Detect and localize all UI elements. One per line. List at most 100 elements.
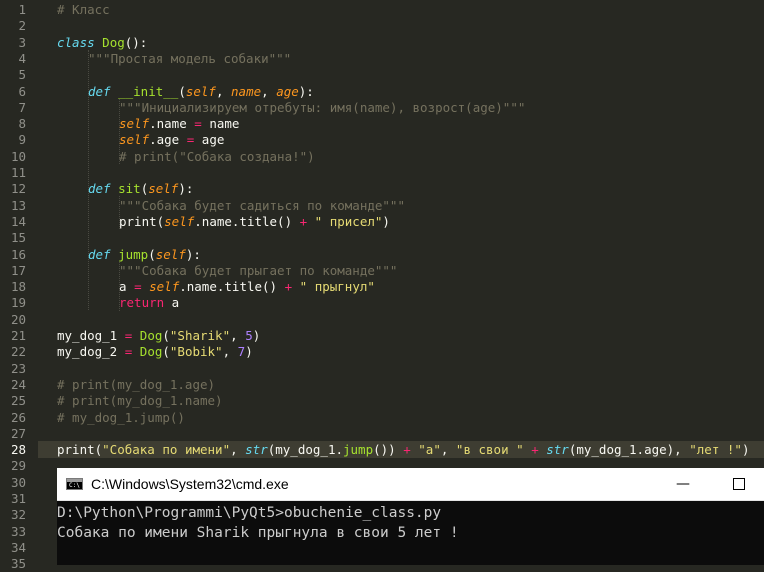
punctuation: ():: [124, 34, 148, 50]
class-call: Dog: [139, 344, 163, 360]
function-name: __init__: [118, 83, 179, 99]
punctuation: (: [162, 328, 170, 343]
console-line: Собака по имени Sharik прыгнула в свои 5…: [57, 525, 459, 541]
string: "Собака по имени": [102, 442, 231, 458]
punctuation: ,: [222, 344, 238, 360]
line-number: 25: [10, 393, 26, 409]
string: "Sharik": [169, 328, 231, 343]
punctuation: ()): [373, 442, 404, 458]
line-number: 15: [10, 230, 26, 246]
self-keyword: self: [119, 116, 150, 132]
builtin-call: print(: [119, 213, 165, 229]
line-number: 31: [10, 491, 26, 506]
code-line: self.age = age: [119, 132, 224, 148]
parameter: self: [155, 246, 186, 262]
line-number: 21: [10, 328, 26, 343]
cmd-title-bar[interactable]: C:\ C:\Windows\System32\cmd.exe —: [57, 468, 764, 501]
code-line: def jump(self):: [88, 247, 201, 263]
class-name: Dog: [102, 34, 125, 50]
code-line: """Собака будет прыгает по команде""": [119, 263, 397, 279]
keyword: def: [88, 181, 111, 197]
line-number: 3: [18, 34, 26, 50]
string: " присел": [307, 213, 383, 229]
code-line: a = self.name.title() + " прыгнул": [119, 279, 375, 295]
punctuation: ,: [440, 442, 456, 458]
code-line: my_dog_1 = Dog("Sharik", 5): [57, 328, 260, 344]
attribute: .name: [149, 116, 195, 132]
builtin-call: print(: [57, 442, 103, 458]
identifier: (my_dog_1.age),: [568, 442, 690, 458]
attribute: .name.title(): [179, 279, 285, 295]
maximize-button[interactable]: [725, 471, 753, 497]
code-line: return a: [119, 295, 179, 311]
line-number: 22: [10, 344, 26, 360]
punctuation: ):: [178, 181, 194, 197]
builtin: str: [546, 442, 569, 458]
code-line: # print("Собака создана!"): [119, 149, 315, 165]
operator: =: [134, 279, 142, 295]
cmd-icon-prompt: C:\: [69, 482, 80, 489]
line-number: 30: [10, 474, 26, 490]
code-line: # Класс: [57, 2, 110, 18]
string: "лет !": [689, 442, 742, 458]
keyword: def: [88, 246, 111, 262]
punctuation: ): [382, 213, 390, 229]
string: "а": [418, 442, 441, 458]
code-line: def __init__(self, name, age):: [88, 84, 314, 100]
line-number: 29: [10, 458, 26, 474]
punctuation: ,: [230, 328, 246, 343]
line-number: 8: [18, 116, 26, 132]
punctuation: (: [178, 83, 186, 99]
code-line: """Инициализируем отребуты: имя(name), в…: [119, 100, 525, 116]
punctuation: ,: [230, 442, 246, 458]
line-number: 11: [10, 165, 26, 180]
comment: # Класс: [57, 2, 110, 17]
docstring: """Собака будет прыгает по команде""": [119, 262, 398, 278]
code-line: print(self.name.title() + " присел"): [119, 214, 390, 230]
line-number: 18: [10, 279, 26, 295]
keyword: def: [88, 83, 111, 99]
line-number: 24: [10, 376, 26, 392]
console-output[interactable]: D:\Python\Programmi\PyQt5>obuchenie_clas…: [57, 503, 764, 543]
line-number: 2: [18, 18, 26, 34]
string: "Bobik": [169, 344, 223, 360]
line-number: 27: [10, 425, 26, 441]
code-line-active: print("Собака по имени", str(my_dog_1.ju…: [57, 442, 749, 458]
punctuation: ): [245, 344, 253, 360]
identifier: a: [119, 279, 135, 295]
cmd-window[interactable]: C:\ C:\Windows\System32\cmd.exe — D:\Pyt…: [57, 468, 764, 565]
line-number: 9: [18, 132, 26, 148]
line-number: 17: [10, 262, 26, 278]
identifier: my_dog_1: [57, 328, 125, 343]
punctuation: (: [162, 344, 170, 360]
line-number: 10: [10, 148, 26, 164]
line-number: 34: [10, 539, 26, 555]
operator: +: [403, 442, 411, 458]
line-number: 23: [10, 360, 26, 376]
parameter: self: [185, 83, 216, 99]
line-number: 33: [10, 523, 26, 539]
parameter: self: [148, 181, 179, 197]
line-number: 14: [10, 213, 26, 229]
identifier: my_dog_2: [57, 344, 125, 360]
line-number: 7: [18, 99, 26, 115]
docstring: """Собака будет садиться по команде""": [119, 197, 405, 213]
identifier: a: [164, 295, 180, 311]
line-number: 26: [10, 409, 26, 425]
code-line: """Собака будет садиться по команде""": [119, 198, 405, 214]
attribute: .age: [149, 132, 187, 148]
line-number: 13: [10, 197, 26, 213]
self-keyword: self: [149, 279, 180, 295]
docstring: """Инициализируем отребуты: имя(name), в…: [119, 99, 526, 115]
code-line: # my_dog_1.jump(): [57, 410, 185, 426]
minimize-button[interactable]: —: [669, 471, 697, 497]
function-name: sit: [118, 181, 141, 197]
code-line: def sit(self):: [88, 181, 193, 197]
identifier: name: [201, 116, 240, 132]
line-number: 32: [10, 507, 26, 523]
punctuation: (: [148, 246, 156, 262]
class-call: Dog: [139, 328, 163, 343]
number: 5: [245, 328, 253, 343]
